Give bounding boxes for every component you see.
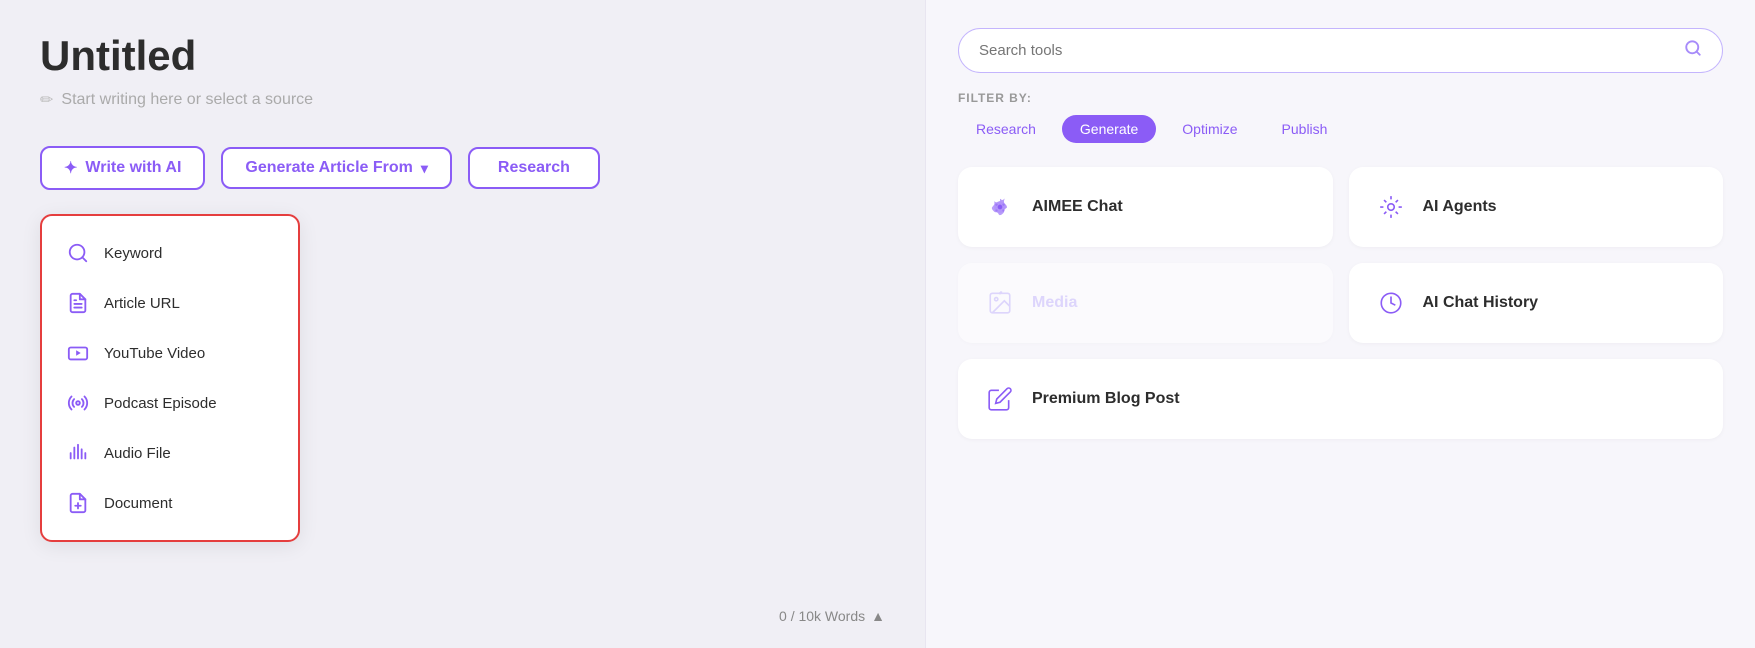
media-icon <box>982 285 1018 321</box>
dropdown-item-youtube[interactable]: YouTube Video <box>42 328 298 378</box>
ai-agents-label: AI Agents <box>1423 198 1497 216</box>
search-input[interactable] <box>979 42 1684 59</box>
audio-icon <box>66 441 90 465</box>
dropdown-menu: Keyword Article URL YouTube Video <box>40 214 300 542</box>
tool-card-aimee-chat[interactable]: AIMEE Chat <box>958 167 1333 247</box>
aimee-chat-icon <box>982 189 1018 225</box>
subtitle-row: ✏ Start writing here or select a source <box>40 90 885 110</box>
right-panel: FILTER BY: Research Generate Optimize Pu… <box>925 0 1755 648</box>
ai-chat-history-label: AI Chat History <box>1423 294 1539 312</box>
filter-tab-optimize[interactable]: Optimize <box>1164 115 1255 143</box>
tool-card-ai-chat-history[interactable]: AI Chat History <box>1349 263 1724 343</box>
tool-card-media[interactable]: Media <box>958 263 1333 343</box>
filter-tabs: Research Generate Optimize Publish <box>958 115 1723 143</box>
dropdown-item-document[interactable]: Document <box>42 478 298 528</box>
dropdown-item-article-url[interactable]: Article URL <box>42 278 298 328</box>
research-button[interactable]: Research <box>468 147 600 189</box>
aimee-chat-label: AIMEE Chat <box>1032 198 1123 216</box>
write-ai-button[interactable]: ✦ Write with AI <box>40 146 205 190</box>
left-panel: Untitled ✏ Start writing here or select … <box>0 0 925 648</box>
podcast-icon <box>66 391 90 415</box>
document-icon <box>66 491 90 515</box>
dropdown-item-keyword[interactable]: Keyword <box>42 228 298 278</box>
chevron-down-icon: ▾ <box>421 160 428 177</box>
dropdown-label-podcast: Podcast Episode <box>104 395 217 412</box>
youtube-icon <box>66 341 90 365</box>
tool-card-premium-blog-post[interactable]: Premium Blog Post <box>958 359 1723 439</box>
search-box <box>958 28 1723 73</box>
chevron-up-icon: ▲ <box>871 608 885 624</box>
dropdown-label-document: Document <box>104 495 172 512</box>
filter-label: FILTER BY: <box>958 91 1723 105</box>
search-icon <box>1684 39 1702 62</box>
article-url-icon <box>66 291 90 315</box>
keyword-icon <box>66 241 90 265</box>
premium-blog-post-label: Premium Blog Post <box>1032 390 1180 408</box>
media-label: Media <box>1032 294 1077 312</box>
toolbar: ✦ Write with AI Generate Article From ▾ … <box>40 146 885 190</box>
word-count: 0 / 10k Words ▲ <box>779 608 885 624</box>
filter-tab-generate[interactable]: Generate <box>1062 115 1156 143</box>
premium-blog-post-icon <box>982 381 1018 417</box>
dropdown-label-youtube: YouTube Video <box>104 345 205 362</box>
sparkle-icon: ✦ <box>64 158 77 178</box>
ai-chat-history-icon <box>1373 285 1409 321</box>
dropdown-item-podcast[interactable]: Podcast Episode <box>42 378 298 428</box>
dropdown-label-keyword: Keyword <box>104 245 162 262</box>
dropdown-label-article-url: Article URL <box>104 295 180 312</box>
generate-article-button[interactable]: Generate Article From ▾ <box>221 147 452 189</box>
dropdown-item-audio[interactable]: Audio File <box>42 428 298 478</box>
page-title: Untitled <box>40 32 885 80</box>
pencil-icon: ✏ <box>40 90 53 110</box>
filter-tab-publish[interactable]: Publish <box>1264 115 1346 143</box>
tool-card-ai-agents[interactable]: AI Agents <box>1349 167 1724 247</box>
tools-grid: AIMEE Chat AI Agents Media <box>958 167 1723 439</box>
subtitle-text: Start writing here or select a source <box>61 91 313 109</box>
filter-tab-research[interactable]: Research <box>958 115 1054 143</box>
dropdown-label-audio: Audio File <box>104 445 171 462</box>
ai-agents-icon <box>1373 189 1409 225</box>
